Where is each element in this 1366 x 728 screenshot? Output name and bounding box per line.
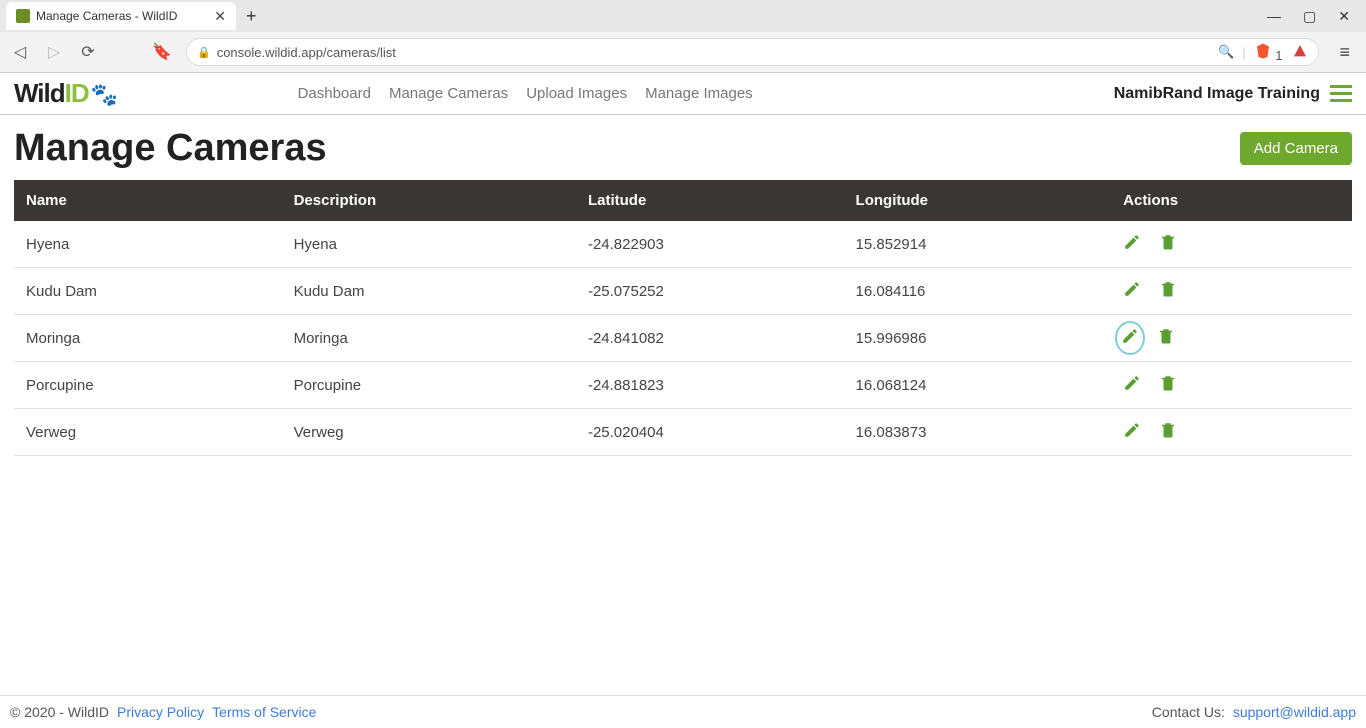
col-actions: Actions [1111, 180, 1352, 221]
minimize-icon[interactable]: — [1267, 8, 1281, 25]
delete-button[interactable] [1159, 280, 1177, 302]
maximize-icon[interactable]: ▢ [1303, 8, 1316, 25]
contact-email[interactable]: support@wildid.app [1233, 704, 1356, 720]
cell-actions [1111, 221, 1352, 268]
edit-highlight [1115, 321, 1145, 355]
page-content: Manage Cameras Add Camera Name Descripti… [0, 115, 1366, 496]
back-button[interactable]: ◁ [10, 42, 30, 62]
edit-button[interactable] [1123, 421, 1141, 443]
lock-icon: 🔒 [197, 46, 211, 59]
forward-button[interactable]: ▷ [44, 42, 64, 62]
project-name: NamibRand Image Training [1114, 85, 1320, 103]
app-header: WildID🐾 Dashboard Manage Cameras Upload … [0, 73, 1366, 115]
delete-button[interactable] [1159, 374, 1177, 396]
extension-icon[interactable] [1292, 43, 1308, 62]
cell-actions [1111, 362, 1352, 409]
col-latitude: Latitude [576, 180, 844, 221]
logo[interactable]: WildID🐾 [14, 78, 117, 109]
col-description: Description [282, 180, 576, 221]
cell-actions [1111, 409, 1352, 456]
brave-shield-icon[interactable]: 1 [1254, 42, 1283, 63]
cell-longitude: 16.084116 [844, 268, 1112, 315]
cell-description: Moringa [282, 315, 576, 362]
cell-latitude: -25.075252 [576, 268, 844, 315]
hamburger-menu-icon[interactable] [1330, 85, 1352, 102]
url-text: console.wildid.app/cameras/list [217, 45, 396, 60]
cell-name: Kudu Dam [14, 268, 282, 315]
cell-name: Moringa [14, 315, 282, 362]
brave-badge: 1 [1275, 48, 1282, 63]
cell-name: Hyena [14, 221, 282, 268]
table-row: MoringaMoringa-24.84108215.996986 [14, 315, 1352, 362]
nav-manage-cameras[interactable]: Manage Cameras [389, 85, 508, 102]
table-header-row: Name Description Latitude Longitude Acti… [14, 180, 1352, 221]
delete-button[interactable] [1159, 421, 1177, 443]
top-nav: Dashboard Manage Cameras Upload Images M… [298, 85, 753, 102]
col-name: Name [14, 180, 282, 221]
page-head: Manage Cameras Add Camera [14, 127, 1352, 170]
cell-longitude: 16.083873 [844, 409, 1112, 456]
close-window-icon[interactable]: ✕ [1338, 8, 1350, 25]
cell-latitude: -24.822903 [576, 221, 844, 268]
bookmark-icon[interactable]: 🔖 [152, 42, 172, 62]
table-row: Kudu DamKudu Dam-25.07525216.084116 [14, 268, 1352, 315]
tab-title: Manage Cameras - WildID [36, 9, 177, 23]
cell-description: Porcupine [282, 362, 576, 409]
logo-graphic: 🐾 [91, 82, 117, 108]
nav-bar: ◁ ▷ ⟳ 🔖 🔒 console.wildid.app/cameras/lis… [0, 32, 1366, 72]
cell-latitude: -24.881823 [576, 362, 844, 409]
cell-latitude: -25.020404 [576, 409, 844, 456]
cell-longitude: 16.068124 [844, 362, 1112, 409]
reload-button[interactable]: ⟳ [78, 42, 98, 62]
table-row: HyenaHyena-24.82290315.852914 [14, 221, 1352, 268]
tab-close-icon[interactable]: ✕ [204, 8, 226, 25]
table-row: VerwegVerweg-25.02040416.083873 [14, 409, 1352, 456]
favicon [16, 9, 30, 23]
edit-button[interactable] [1123, 374, 1141, 396]
cell-actions [1111, 315, 1352, 362]
contact-block: Contact Us: support@wildid.app [1152, 704, 1356, 720]
cell-description: Kudu Dam [282, 268, 576, 315]
nav-upload-images[interactable]: Upload Images [526, 85, 627, 102]
cell-longitude: 15.996986 [844, 315, 1112, 362]
privacy-link[interactable]: Privacy Policy [117, 704, 204, 720]
tab-bar: Manage Cameras - WildID ✕ + — ▢ ✕ [0, 0, 1366, 32]
zoom-icon[interactable]: 🔍 [1218, 44, 1234, 60]
contact-label: Contact Us: [1152, 704, 1229, 720]
delete-button[interactable] [1159, 233, 1177, 255]
browser-menu-icon[interactable]: ≡ [1333, 42, 1356, 63]
cell-latitude: -24.841082 [576, 315, 844, 362]
nav-manage-images[interactable]: Manage Images [645, 85, 753, 102]
footer: © 2020 - WildID Privacy Policy Terms of … [0, 695, 1366, 728]
cell-description: Verweg [282, 409, 576, 456]
cell-name: Porcupine [14, 362, 282, 409]
new-tab-button[interactable]: + [246, 6, 257, 27]
address-bar[interactable]: 🔒 console.wildid.app/cameras/list 🔍 | 1 [186, 38, 1319, 66]
logo-part2: ID [65, 78, 89, 109]
nav-dashboard[interactable]: Dashboard [298, 85, 371, 102]
edit-button[interactable] [1121, 327, 1139, 349]
browser-chrome: Manage Cameras - WildID ✕ + — ▢ ✕ ◁ ▷ ⟳ … [0, 0, 1366, 73]
window-controls: — ▢ ✕ [1267, 8, 1360, 25]
cell-name: Verweg [14, 409, 282, 456]
table-row: PorcupinePorcupine-24.88182316.068124 [14, 362, 1352, 409]
copyright: © 2020 - WildID [10, 704, 109, 720]
browser-tab[interactable]: Manage Cameras - WildID ✕ [6, 2, 236, 30]
cell-description: Hyena [282, 221, 576, 268]
edit-button[interactable] [1123, 233, 1141, 255]
add-camera-button[interactable]: Add Camera [1240, 132, 1352, 165]
col-longitude: Longitude [844, 180, 1112, 221]
cell-longitude: 15.852914 [844, 221, 1112, 268]
cell-actions [1111, 268, 1352, 315]
terms-link[interactable]: Terms of Service [212, 704, 316, 720]
logo-part1: Wild [14, 78, 65, 109]
page-title: Manage Cameras [14, 127, 327, 170]
delete-button[interactable] [1157, 327, 1175, 349]
edit-button[interactable] [1123, 280, 1141, 302]
cameras-table: Name Description Latitude Longitude Acti… [14, 180, 1352, 456]
